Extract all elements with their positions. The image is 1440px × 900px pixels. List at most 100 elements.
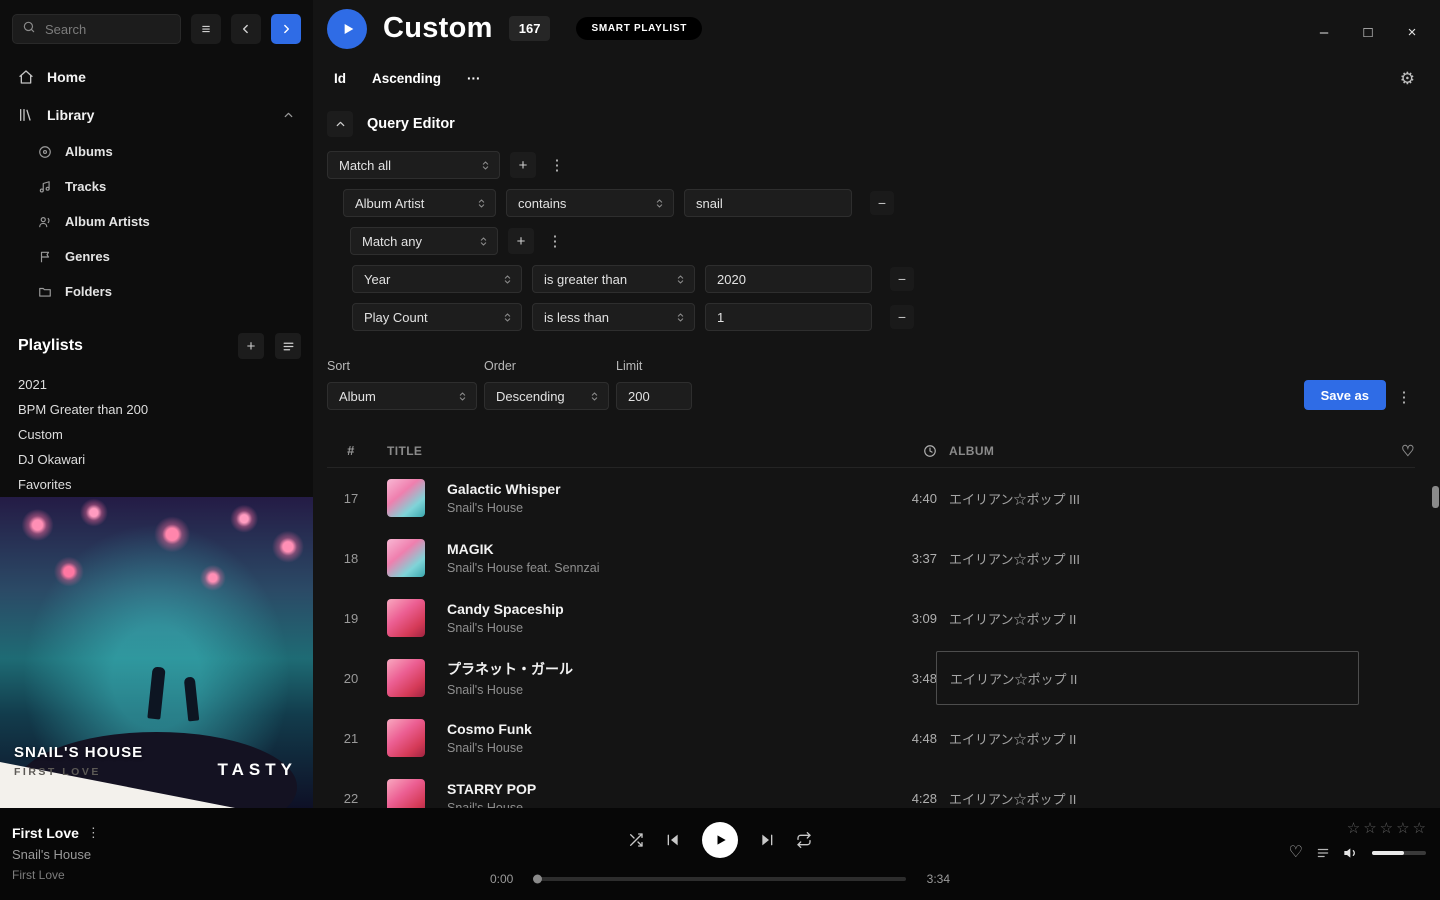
star-icon[interactable]: ☆ xyxy=(1413,821,1426,836)
remove-rule-button[interactable]: − xyxy=(890,267,914,291)
track-album-selected[interactable]: エイリアン☆ポップ II xyxy=(936,651,1359,705)
shuffle-button[interactable] xyxy=(628,832,644,848)
previous-button[interactable] xyxy=(665,832,681,848)
column-title[interactable]: TITLE xyxy=(387,444,855,458)
next-button[interactable] xyxy=(759,832,775,848)
search-input[interactable] xyxy=(43,21,171,38)
sidebar-item-home[interactable]: Home xyxy=(12,58,301,96)
rule-operator-select[interactable]: contains xyxy=(506,189,674,217)
star-icon[interactable]: ☆ xyxy=(1396,821,1409,836)
sidebar-item-tracks[interactable]: Tracks xyxy=(18,169,301,204)
play-pause-button[interactable] xyxy=(702,822,738,858)
star-icon[interactable]: ☆ xyxy=(1363,821,1376,836)
track-row[interactable]: 22 STARRY POP Snail's House 4:28 エイリアン☆ポ… xyxy=(327,768,1415,808)
column-album[interactable]: ALBUM xyxy=(949,444,1359,458)
seek-handle[interactable] xyxy=(533,875,542,884)
track-artist[interactable]: Snail's House xyxy=(447,501,855,515)
now-playing-artist[interactable]: Snail's House xyxy=(12,847,100,862)
track-album[interactable]: エイリアン☆ポップ II xyxy=(949,729,1359,748)
collapse-query-editor-button[interactable] xyxy=(327,111,353,137)
track-album[interactable]: エイリアン☆ポップ II xyxy=(949,789,1359,808)
add-playlist-button[interactable]: + xyxy=(238,333,264,359)
volume-button[interactable] xyxy=(1343,845,1359,861)
track-album[interactable]: エイリアン☆ポップ II xyxy=(949,609,1359,628)
column-favorite[interactable]: ♡ xyxy=(1371,442,1415,460)
sort-direction-button[interactable]: Ascending xyxy=(372,71,441,86)
now-playing-menu-button[interactable]: ⋮ xyxy=(87,825,100,841)
sidebar-item-folders[interactable]: Folders xyxy=(18,274,301,309)
query-limit-input[interactable] xyxy=(616,382,692,410)
save-menu-button[interactable]: ⋮ xyxy=(1393,384,1415,410)
now-playing-album[interactable]: First Love xyxy=(12,868,100,882)
queue-button[interactable] xyxy=(1316,846,1330,860)
scrollbar[interactable] xyxy=(1432,462,1439,802)
track-artist[interactable]: Snail's House xyxy=(447,801,855,808)
now-playing-art[interactable]: SNAIL'S HOUSE FIRST LOVE TASTY xyxy=(0,497,313,808)
repeat-icon xyxy=(796,832,812,848)
rule-group-menu-button[interactable]: ⋮ xyxy=(546,152,568,178)
column-duration[interactable] xyxy=(867,444,937,458)
scrollbar-thumb[interactable] xyxy=(1432,486,1439,508)
track-album[interactable]: エイリアン☆ポップ III xyxy=(949,489,1359,508)
add-rule-button[interactable]: + xyxy=(510,152,536,178)
more-options-button[interactable]: ··· xyxy=(467,71,481,86)
query-order-select[interactable]: Descending xyxy=(484,382,609,410)
remove-rule-button[interactable]: − xyxy=(870,191,894,215)
rule-operator-select[interactable]: is less than xyxy=(532,303,695,331)
star-icon[interactable]: ☆ xyxy=(1380,821,1393,836)
track-row[interactable]: 17 Galactic Whisper Snail's House 4:40 エ… xyxy=(327,468,1415,528)
track-row[interactable]: 21 Cosmo Funk Snail's House 4:48 エイリアン☆ポ… xyxy=(327,708,1415,768)
settings-icon[interactable]: ⚙ xyxy=(1400,70,1415,87)
rule-field-select[interactable]: Year xyxy=(352,265,522,293)
track-row[interactable]: 19 Candy Spaceship Snail's House 3:09 エイ… xyxy=(327,588,1415,648)
track-table: # TITLE ALBUM ♡ 17 Galactic Whisper Snai… xyxy=(327,434,1415,808)
playlist-item[interactable]: BPM Greater than 200 xyxy=(18,397,301,422)
track-artist[interactable]: Snail's House xyxy=(447,683,855,697)
play-playlist-button[interactable] xyxy=(327,9,367,49)
add-rule-button[interactable]: + xyxy=(508,228,534,254)
match-type-select[interactable]: Match all xyxy=(327,151,500,179)
playlist-list-options-button[interactable] xyxy=(275,333,301,359)
track-artist[interactable]: Snail's House xyxy=(447,741,855,755)
group-match-type-select[interactable]: Match any xyxy=(350,227,498,255)
nav-forward-button[interactable] xyxy=(271,14,301,44)
rule-group-menu-button[interactable]: ⋮ xyxy=(544,228,566,254)
rule-value-input[interactable] xyxy=(705,303,872,331)
sidebar-item-library[interactable]: Library xyxy=(12,96,301,134)
now-playing-title[interactable]: First Love xyxy=(12,825,79,841)
playlist-item[interactable]: Favorites xyxy=(18,472,301,497)
volume-slider[interactable] xyxy=(1372,851,1426,855)
maximize-button[interactable]: □ xyxy=(1356,20,1380,44)
rule-operator-select[interactable]: is greater than xyxy=(532,265,695,293)
track-artist[interactable]: Snail's House feat. Sennzai xyxy=(447,561,855,575)
seek-bar[interactable] xyxy=(534,877,906,881)
sidebar-item-album-artists[interactable]: Album Artists xyxy=(18,204,301,239)
sidebar-item-albums[interactable]: Albums xyxy=(18,134,301,169)
rule-value-input[interactable] xyxy=(684,189,852,217)
sort-field-button[interactable]: Id xyxy=(334,71,346,86)
column-index[interactable]: # xyxy=(327,443,375,458)
playlist-item[interactable]: DJ Okawari xyxy=(18,447,301,472)
nav-back-button[interactable] xyxy=(231,14,261,44)
track-row[interactable]: 18 MAGIK Snail's House feat. Sennzai 3:3… xyxy=(327,528,1415,588)
star-icon[interactable]: ☆ xyxy=(1347,821,1360,836)
menu-button[interactable]: ≡ xyxy=(191,14,221,44)
playlist-item[interactable]: Custom xyxy=(18,422,301,447)
rule-field-select[interactable]: Album Artist xyxy=(343,189,496,217)
repeat-button[interactable] xyxy=(796,832,812,848)
track-album[interactable]: エイリアン☆ポップ III xyxy=(949,549,1359,568)
favorite-button[interactable]: ♡ xyxy=(1289,845,1303,861)
close-button[interactable]: × xyxy=(1400,20,1424,44)
remove-rule-button[interactable]: − xyxy=(890,305,914,329)
rule-field-select[interactable]: Play Count xyxy=(352,303,522,331)
track-row[interactable]: 20 プラネット・ガール Snail's House 3:48 エイリアン☆ポッ… xyxy=(327,648,1415,708)
collapse-library-icon[interactable] xyxy=(282,109,295,122)
rule-value-input[interactable] xyxy=(705,265,872,293)
search-box[interactable] xyxy=(12,14,181,44)
save-as-button[interactable]: Save as xyxy=(1304,380,1386,410)
track-artist[interactable]: Snail's House xyxy=(447,621,855,635)
query-sort-select[interactable]: Album xyxy=(327,382,477,410)
minimize-button[interactable]: – xyxy=(1312,20,1336,44)
sidebar-item-genres[interactable]: Genres xyxy=(18,239,301,274)
playlist-item[interactable]: 2021 xyxy=(18,372,301,397)
